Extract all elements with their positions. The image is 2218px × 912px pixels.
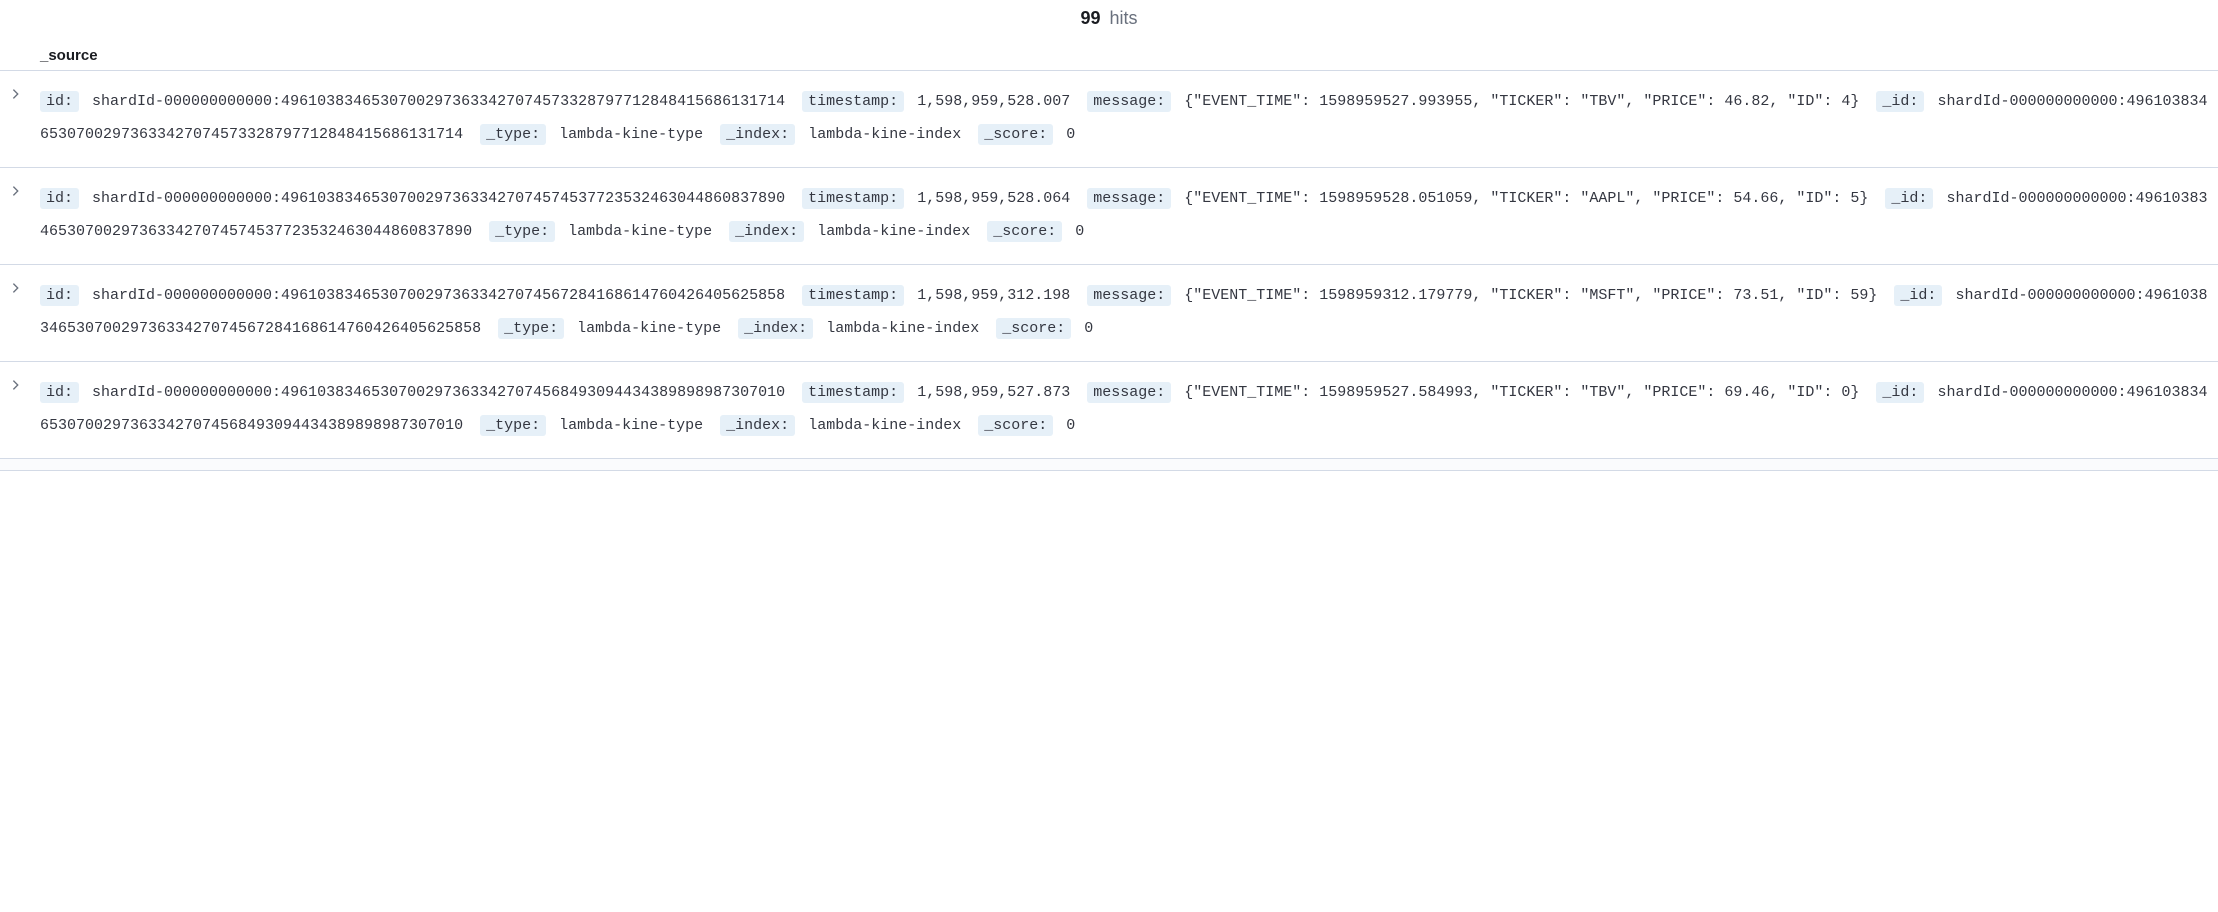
chevron-right-icon xyxy=(9,281,23,295)
field-name: _id: xyxy=(1876,91,1924,112)
chevron-right-icon xyxy=(9,87,23,101)
field-value: 0 xyxy=(1084,320,1093,337)
field-value: {"EVENT_TIME": 1598959527.993955, "TICKE… xyxy=(1184,93,1859,110)
field-value: lambda-kine-index xyxy=(808,417,961,434)
field-name: _index: xyxy=(720,415,795,436)
field-name: message: xyxy=(1087,382,1171,403)
hits-count: 99 xyxy=(1080,8,1100,28)
expand-row-toggle[interactable] xyxy=(0,182,32,198)
field-name: _score: xyxy=(978,415,1053,436)
source-cell: id: shardId-000000000000:496103834653070… xyxy=(32,182,2208,248)
field-value: shardId-000000000000:4961038346530700297… xyxy=(92,190,785,207)
table-row: id: shardId-000000000000:496103834653070… xyxy=(0,362,2218,459)
field-name: timestamp: xyxy=(802,188,904,209)
field-name: message: xyxy=(1087,91,1171,112)
chevron-right-icon xyxy=(9,184,23,198)
field-name: _id: xyxy=(1894,285,1942,306)
field-value: 1,598,959,527.873 xyxy=(917,384,1070,401)
field-name: _score: xyxy=(987,221,1062,242)
results-table: _source id: shardId-000000000000:4961038… xyxy=(0,41,2218,471)
bottom-spacer xyxy=(0,459,2218,471)
field-name: _score: xyxy=(978,124,1053,145)
source-cell: id: shardId-000000000000:496103834653070… xyxy=(32,279,2208,345)
field-value: lambda-kine-type xyxy=(568,223,712,240)
field-name: _type: xyxy=(480,415,546,436)
field-name: id: xyxy=(40,382,79,403)
field-value: lambda-kine-type xyxy=(559,126,703,143)
source-cell: id: shardId-000000000000:496103834653070… xyxy=(32,376,2208,442)
field-name: id: xyxy=(40,285,79,306)
field-value: lambda-kine-index xyxy=(826,320,979,337)
field-name: _index: xyxy=(720,124,795,145)
field-value: 0 xyxy=(1075,223,1084,240)
field-value: {"EVENT_TIME": 1598959527.584993, "TICKE… xyxy=(1184,384,1859,401)
table-row: id: shardId-000000000000:496103834653070… xyxy=(0,71,2218,168)
table-row: id: shardId-000000000000:496103834653070… xyxy=(0,265,2218,362)
field-value: shardId-000000000000:4961038346530700297… xyxy=(92,287,785,304)
source-cell: id: shardId-000000000000:496103834653070… xyxy=(32,85,2208,151)
field-name: message: xyxy=(1087,285,1171,306)
chevron-right-icon xyxy=(9,378,23,392)
field-value: {"EVENT_TIME": 1598959528.051059, "TICKE… xyxy=(1184,190,1868,207)
field-name: id: xyxy=(40,91,79,112)
hits-label: hits xyxy=(1110,8,1138,28)
field-value: shardId-000000000000:4961038346530700297… xyxy=(92,384,785,401)
table-row: id: shardId-000000000000:496103834653070… xyxy=(0,168,2218,265)
hits-header: 99 hits xyxy=(0,0,2218,41)
field-name: id: xyxy=(40,188,79,209)
field-name: _score: xyxy=(996,318,1071,339)
field-name: timestamp: xyxy=(802,91,904,112)
field-name: _type: xyxy=(489,221,555,242)
field-value: lambda-kine-type xyxy=(559,417,703,434)
field-value: lambda-kine-index xyxy=(817,223,970,240)
field-name: _index: xyxy=(738,318,813,339)
field-value: lambda-kine-type xyxy=(577,320,721,337)
field-value: 0 xyxy=(1066,417,1075,434)
field-value: lambda-kine-index xyxy=(808,126,961,143)
field-name: _type: xyxy=(498,318,564,339)
field-name: timestamp: xyxy=(802,285,904,306)
field-name: timestamp: xyxy=(802,382,904,403)
field-value: shardId-000000000000:4961038346530700297… xyxy=(92,93,785,110)
field-value: 1,598,959,312.198 xyxy=(917,287,1070,304)
field-value: 1,598,959,528.007 xyxy=(917,93,1070,110)
field-name: _type: xyxy=(480,124,546,145)
field-name: message: xyxy=(1087,188,1171,209)
field-value: 0 xyxy=(1066,126,1075,143)
column-header-source[interactable]: _source xyxy=(0,41,2218,71)
field-name: _id: xyxy=(1885,188,1933,209)
field-value: {"EVENT_TIME": 1598959312.179779, "TICKE… xyxy=(1184,287,1877,304)
field-name: _index: xyxy=(729,221,804,242)
field-name: _id: xyxy=(1876,382,1924,403)
expand-row-toggle[interactable] xyxy=(0,279,32,295)
expand-row-toggle[interactable] xyxy=(0,376,32,392)
field-value: 1,598,959,528.064 xyxy=(917,190,1070,207)
expand-row-toggle[interactable] xyxy=(0,85,32,101)
